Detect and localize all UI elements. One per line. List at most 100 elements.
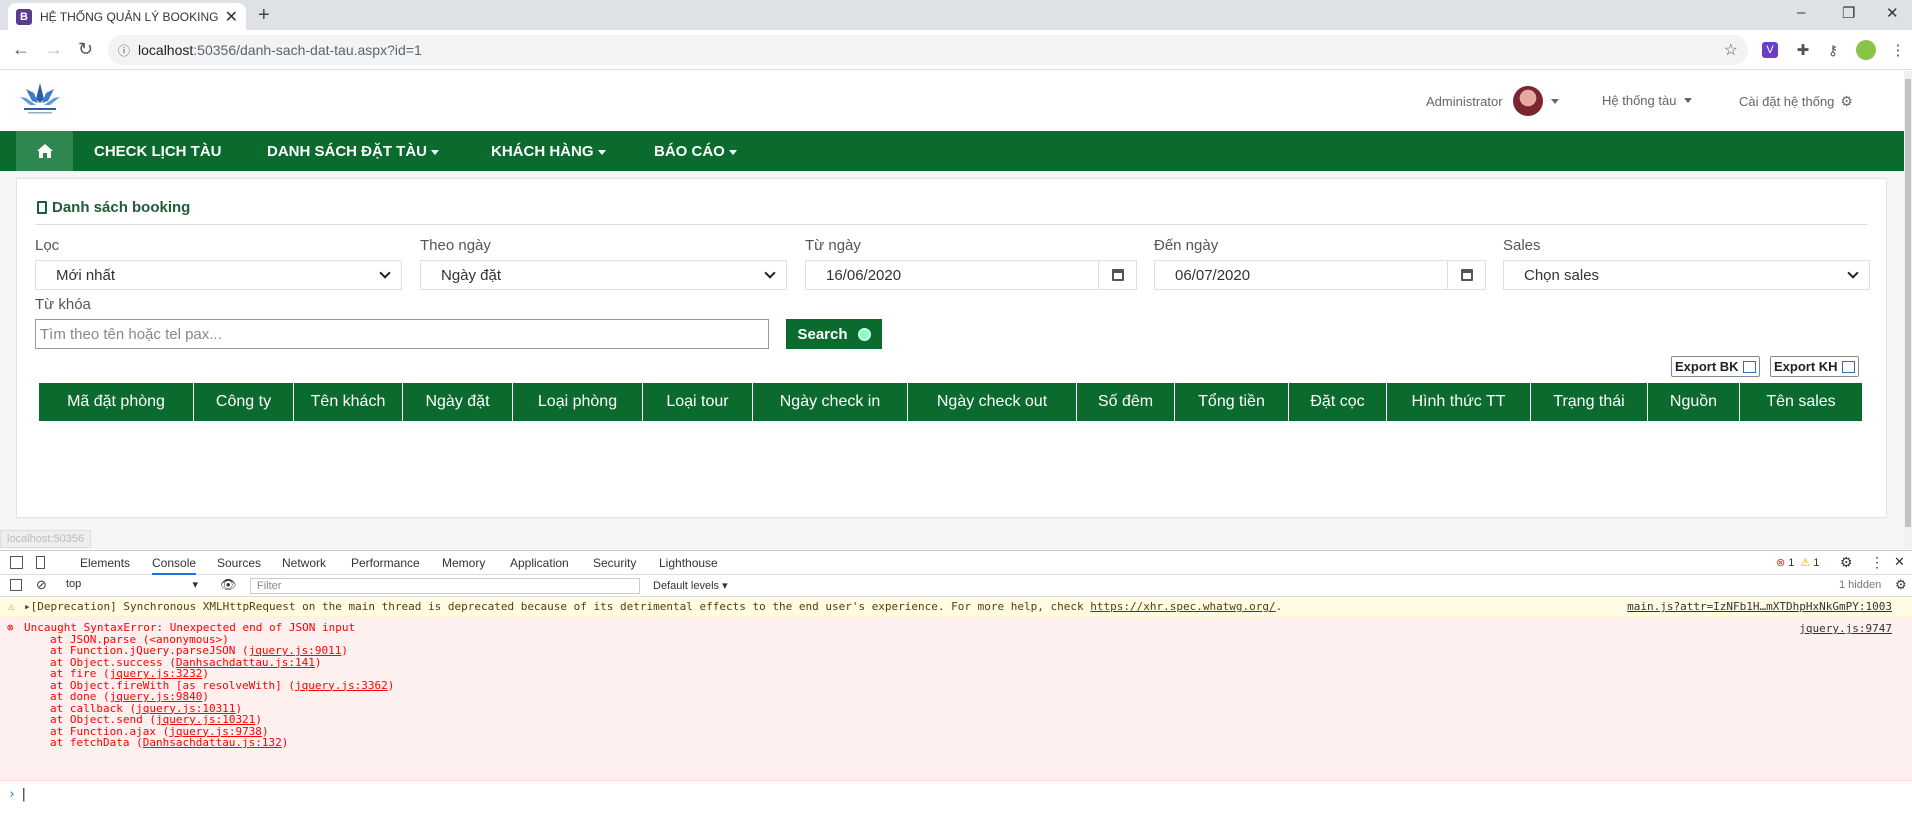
tu-ngay-input[interactable]: 16/06/2020 <box>805 260 1137 290</box>
col-trang-thai[interactable]: Trạng thái <box>1531 383 1648 421</box>
inspect-icon[interactable] <box>10 556 23 569</box>
nav-danh-sach-dat-tau[interactable]: DANH SÁCH ĐẶT TÀU <box>267 143 439 160</box>
devtools-settings-icon[interactable]: ⚙ <box>1840 554 1853 571</box>
dt-tab-lighthouse[interactable]: Lighthouse <box>659 556 718 570</box>
back-icon[interactable]: ← <box>12 39 30 60</box>
browser-tab[interactable]: B HỆ THỐNG QUẢN LÝ BOOKING T ✕ <box>8 3 246 30</box>
warning-source-link[interactable]: main.js?attr=IzNFb1H…mXTDhpHxNkGmPY:1003 <box>1627 597 1892 617</box>
dt-tab-security[interactable]: Security <box>593 556 636 570</box>
key-icon[interactable]: ⚷ <box>1825 42 1841 58</box>
levels-select[interactable]: Default levels ▾ <box>653 579 728 592</box>
error-count-badge[interactable]: ⊗ 1 ⚠ 1 <box>1776 556 1819 570</box>
system-menu[interactable]: Hệ thống tàu <box>1602 93 1693 108</box>
col-dat-coc[interactable]: Đặt cọc <box>1289 383 1387 421</box>
close-tab-icon[interactable]: ✕ <box>225 7 238 27</box>
col-ma-dat-phong[interactable]: Mã đặt phòng <box>39 383 194 421</box>
col-ngay-check-in[interactable]: Ngày check in <box>753 383 908 421</box>
forward-icon[interactable]: → <box>45 39 63 60</box>
devtools-menu-icon[interactable]: ⋮ <box>1870 554 1884 571</box>
sales-label: Sales <box>1503 237 1541 254</box>
keyword-input[interactable]: Tìm theo tên hoặc tel pax... <box>35 319 769 349</box>
tab-title: HỆ THỐNG QUẢN LÝ BOOKING T <box>40 9 219 24</box>
console-filter-input[interactable]: Filter <box>250 578 640 594</box>
url-host: localhost <box>138 42 194 58</box>
chevron-down-icon <box>764 267 776 279</box>
extension-v-icon[interactable]: V <box>1762 42 1778 58</box>
sidebar-toggle-icon[interactable] <box>10 579 22 591</box>
search-icon <box>857 327 871 341</box>
error-icon: ⊗ <box>1776 557 1786 569</box>
stack-link[interactable]: Danhsachdattau.js:132 <box>143 736 282 749</box>
col-ngay-check-out[interactable]: Ngày check out <box>908 383 1077 421</box>
console-toolbar: ⊘ top ▾ 👁 Filter Default levels ▾ 1 hidde… <box>0 575 1912 597</box>
eye-icon[interactable]: 👁 <box>220 577 237 593</box>
nav-khach-hang[interactable]: KHÁCH HÀNG <box>491 143 606 160</box>
clear-console-icon[interactable]: ⊘ <box>36 577 47 593</box>
col-nguon[interactable]: Nguồn <box>1648 383 1740 421</box>
reload-icon[interactable]: ↻ <box>78 39 93 60</box>
theo-ngay-select[interactable]: Ngày đặt <box>420 260 787 290</box>
nav-check-lich-tau[interactable]: CHECK LỊCH TÀU <box>94 143 222 160</box>
devtools-panel: Elements Console Sources Network Perform… <box>0 550 1912 823</box>
export-kh-button[interactable]: Export KH <box>1770 356 1859 377</box>
dt-tab-memory[interactable]: Memory <box>442 556 485 570</box>
col-ngay-dat[interactable]: Ngày đặt <box>403 383 513 421</box>
stack-link[interactable]: jquery.js:3362 <box>295 679 388 692</box>
dt-tab-application[interactable]: Application <box>510 556 569 570</box>
den-ngay-calendar-button[interactable] <box>1447 261 1485 289</box>
device-toggle-icon[interactable] <box>36 556 45 569</box>
dt-tab-elements[interactable]: Elements <box>80 556 130 570</box>
tu-ngay-calendar-button[interactable] <box>1098 261 1136 289</box>
console-prompt[interactable]: › | <box>8 787 28 802</box>
url-field[interactable]: ⓘ localhost:50356/danh-sach-dat-tau.aspx… <box>108 35 1748 65</box>
dt-tab-console[interactable]: Console <box>152 556 197 575</box>
dt-tab-performance[interactable]: Performance <box>351 556 420 570</box>
col-loai-phong[interactable]: Loại phòng <box>513 383 643 421</box>
col-hinh-thuc-tt[interactable]: Hình thức TT <box>1387 383 1531 421</box>
col-loai-tour[interactable]: Loại tour <box>643 383 753 421</box>
warning-link[interactable]: https://xhr.spec.whatwg.org/ <box>1090 600 1275 613</box>
chrome-menu-icon[interactable]: ⋮ <box>1890 42 1906 59</box>
nav-bao-cao[interactable]: BÁO CÁO <box>654 143 737 160</box>
console-warning: ⚠ ▸[Deprecation] Synchronous XMLHttpRequ… <box>0 597 1912 617</box>
context-select[interactable]: top ▾ <box>66 578 206 594</box>
site-logo[interactable] <box>16 79 64 119</box>
new-tab-icon[interactable]: + <box>258 4 270 27</box>
col-so-dem[interactable]: Số đêm <box>1077 383 1175 421</box>
bookmark-star-icon[interactable]: ☆ <box>1724 40 1738 60</box>
page-scrollbar[interactable] <box>1904 71 1912 549</box>
dt-tab-sources[interactable]: Sources <box>217 556 261 570</box>
export-bk-button[interactable]: Export BK <box>1671 356 1760 377</box>
info-icon[interactable]: ⓘ <box>118 42 130 59</box>
devtools-close-icon[interactable]: ✕ <box>1894 554 1905 570</box>
col-tong-tien[interactable]: Tổng tiền <box>1175 383 1289 421</box>
close-window-icon[interactable]: ✕ <box>1886 4 1899 22</box>
dt-tab-network[interactable]: Network <box>282 556 326 570</box>
restore-icon[interactable]: ❐ <box>1842 4 1855 22</box>
col-ten-khach[interactable]: Tên khách <box>294 383 403 421</box>
extensions-puzzle-icon[interactable]: ✚ <box>1795 42 1811 59</box>
sales-select[interactable]: Chọn sales <box>1503 260 1870 290</box>
card-title-text: Danh sách booking <box>52 199 191 216</box>
scrollbar-thumb[interactable] <box>1905 79 1911 527</box>
settings-menu[interactable]: Cài đặt hệ thống ⚙ <box>1739 93 1853 110</box>
user-menu[interactable]: Administrator <box>1426 86 1559 116</box>
cursor: | <box>19 787 28 802</box>
minimize-icon[interactable]: – <box>1797 4 1805 21</box>
loc-select[interactable]: Mới nhất <box>35 260 402 290</box>
col-cong-ty[interactable]: Công ty <box>194 383 294 421</box>
warning-icon: ⚠ <box>1800 557 1811 569</box>
console-settings-icon[interactable]: ⚙ <box>1895 577 1907 593</box>
profile-icon[interactable] <box>1856 40 1876 60</box>
search-button[interactable]: Search <box>786 319 882 349</box>
nav-home[interactable] <box>16 131 73 171</box>
error-source-link[interactable]: jquery.js:9747 <box>1799 622 1892 635</box>
devtools-tabbar: Elements Console Sources Network Perform… <box>0 551 1912 575</box>
stack-line: at done (jquery.js:9840) <box>50 690 209 703</box>
chevron-down-icon <box>379 267 391 279</box>
den-ngay-input[interactable]: 06/07/2020 <box>1154 260 1486 290</box>
col-ten-sales[interactable]: Tên sales <box>1740 383 1862 421</box>
hidden-count: 1 hidden <box>1839 579 1882 591</box>
theo-ngay-value: Ngày đặt <box>441 266 502 284</box>
caret-down-icon <box>597 149 606 155</box>
